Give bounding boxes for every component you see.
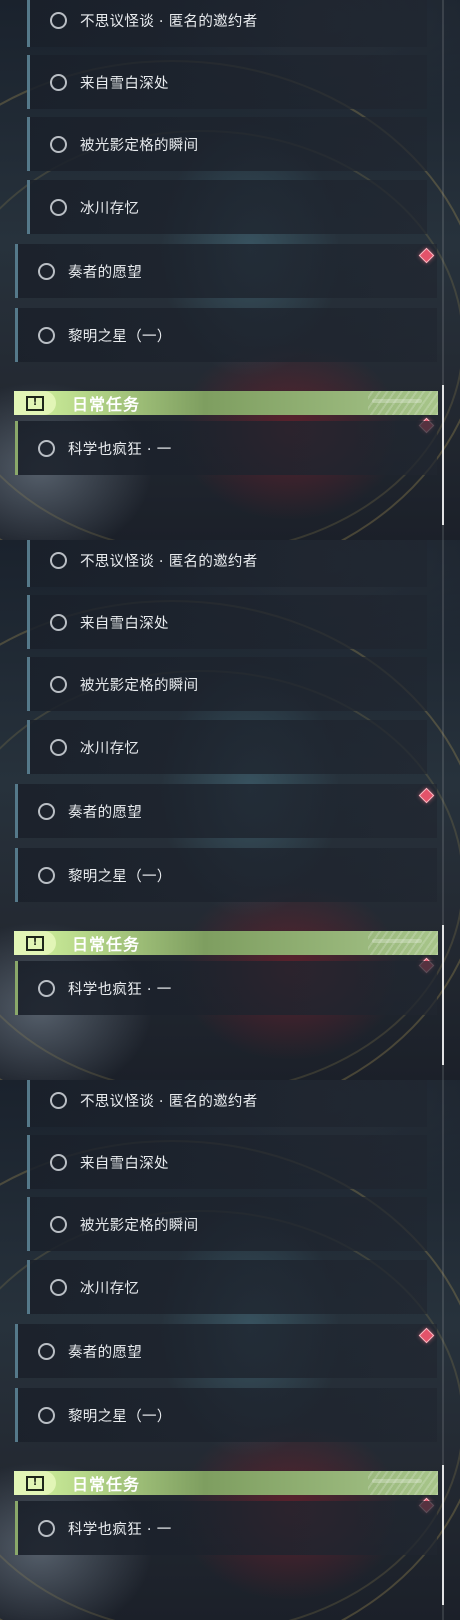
quest-panel-3: 不思议怪谈 · 匿名的邀约者 来自雪白深处 被光影定格的瞬间 冰川存忆 奏者的愿… xyxy=(0,1080,460,1620)
quest-status-circle-icon xyxy=(38,1406,55,1424)
quest-status-circle-icon xyxy=(50,551,67,569)
quest-item-label: 冰川存忆 xyxy=(80,200,140,217)
quest-item-anonymous-invitation[interactable]: 不思议怪谈 · 匿名的邀约者 xyxy=(27,1080,427,1127)
quest-item-label: 不思议怪谈 · 匿名的邀约者 xyxy=(80,553,258,570)
quest-item-label: 科学也疯狂 · 一 xyxy=(68,441,172,458)
quest-item-performer-wish[interactable]: 奏者的愿望 xyxy=(15,244,437,298)
quest-item-label: 冰川存忆 xyxy=(80,740,140,757)
quest-item-glacier-memory[interactable]: 冰川存忆 xyxy=(27,720,427,774)
quest-status-circle-icon xyxy=(50,73,67,91)
quest-item-label: 不思议怪谈 · 匿名的邀约者 xyxy=(80,1093,258,1110)
quest-status-circle-icon xyxy=(50,1278,67,1296)
section-title: 日常任务 xyxy=(72,1475,141,1494)
daily-quest-item[interactable]: 科学也疯狂 · 一 xyxy=(15,961,437,1015)
quest-item-label: 奏者的愿望 xyxy=(68,804,142,821)
quest-status-circle-icon xyxy=(38,866,55,884)
header-tag xyxy=(372,1479,422,1483)
quest-item-label: 黎明之星（一） xyxy=(68,328,172,345)
quest-item-label: 奏者的愿望 xyxy=(68,264,142,281)
quest-status-circle-icon xyxy=(38,439,55,457)
header-stripes xyxy=(368,931,438,955)
quest-status-circle-icon xyxy=(50,613,67,631)
header-tag xyxy=(372,399,422,403)
quest-status-circle-icon xyxy=(50,135,67,153)
quest-item-label: 被光影定格的瞬间 xyxy=(80,137,199,154)
quest-item-glacier-memory[interactable]: 冰川存忆 xyxy=(27,180,427,234)
quest-item-frozen-moment[interactable]: 被光影定格的瞬间 xyxy=(27,657,427,711)
quest-status-circle-icon xyxy=(50,1215,67,1233)
quest-status-circle-icon xyxy=(50,1091,67,1109)
quest-item-performer-wish[interactable]: 奏者的愿望 xyxy=(15,1324,437,1378)
quest-panel-1: 不思议怪谈 · 匿名的邀约者 来自雪白深处 被光影定格的瞬间 冰川存忆 奏者的愿… xyxy=(0,0,460,540)
quest-item-dawn-star[interactable]: 黎明之星（一） xyxy=(15,1388,437,1442)
quest-item-label: 来自雪白深处 xyxy=(80,1155,169,1172)
daily-quests-header[interactable]: ! 日常任务 xyxy=(14,931,438,955)
quest-status-circle-icon xyxy=(38,802,55,820)
quest-item-snow-depths[interactable]: 来自雪白深处 xyxy=(27,55,427,109)
quest-item-dawn-star[interactable]: 黎明之星（一） xyxy=(15,308,437,362)
quest-status-circle-icon xyxy=(38,979,55,997)
daily-quest-item[interactable]: 科学也疯狂 · 一 xyxy=(15,421,437,475)
daily-quests-header[interactable]: ! 日常任务 xyxy=(14,391,438,415)
quest-status-circle-icon xyxy=(50,675,67,693)
quest-item-snow-depths[interactable]: 来自雪白深处 xyxy=(27,1135,427,1189)
quest-item-label: 冰川存忆 xyxy=(80,1280,140,1297)
quest-item-snow-depths[interactable]: 来自雪白深处 xyxy=(27,595,427,649)
quest-item-label: 来自雪白深处 xyxy=(80,75,169,92)
scrollbar-thumb[interactable] xyxy=(442,925,444,1065)
quest-status-circle-icon xyxy=(50,738,67,756)
quest-item-label: 奏者的愿望 xyxy=(68,1344,142,1361)
quest-status-circle-icon xyxy=(50,198,67,216)
quest-item-glacier-memory[interactable]: 冰川存忆 xyxy=(27,1260,427,1314)
quest-status-circle-icon xyxy=(38,1519,55,1537)
quest-panel-2: 不思议怪谈 · 匿名的邀约者 来自雪白深处 被光影定格的瞬间 冰川存忆 奏者的愿… xyxy=(0,540,460,1080)
quest-item-label: 来自雪白深处 xyxy=(80,615,169,632)
header-stripes xyxy=(368,391,438,415)
quest-item-label: 科学也疯狂 · 一 xyxy=(68,1521,172,1538)
quest-item-label: 被光影定格的瞬间 xyxy=(80,677,199,694)
quest-status-circle-icon xyxy=(38,1342,55,1360)
quest-status-circle-icon xyxy=(50,1153,67,1171)
alert-icon: ! xyxy=(14,931,56,955)
quest-status-circle-icon xyxy=(38,262,55,280)
section-title: 日常任务 xyxy=(72,395,141,414)
daily-quests-header[interactable]: ! 日常任务 xyxy=(14,1471,438,1495)
alert-icon: ! xyxy=(14,391,56,415)
quest-item-frozen-moment[interactable]: 被光影定格的瞬间 xyxy=(27,117,427,171)
quest-item-anonymous-invitation[interactable]: 不思议怪谈 · 匿名的邀约者 xyxy=(27,0,427,47)
quest-item-label: 黎明之星（一） xyxy=(68,868,172,885)
scrollbar-thumb[interactable] xyxy=(442,1465,444,1605)
quest-status-circle-icon xyxy=(50,11,67,29)
quest-item-label: 科学也疯狂 · 一 xyxy=(68,981,172,998)
quest-item-label: 被光影定格的瞬间 xyxy=(80,1217,199,1234)
quest-item-frozen-moment[interactable]: 被光影定格的瞬间 xyxy=(27,1197,427,1251)
quest-item-performer-wish[interactable]: 奏者的愿望 xyxy=(15,784,437,838)
scrollbar-thumb[interactable] xyxy=(442,385,444,525)
quest-item-dawn-star[interactable]: 黎明之星（一） xyxy=(15,848,437,902)
daily-quest-item[interactable]: 科学也疯狂 · 一 xyxy=(15,1501,437,1555)
header-stripes xyxy=(368,1471,438,1495)
quest-item-label: 黎明之星（一） xyxy=(68,1408,172,1425)
quest-item-label: 不思议怪谈 · 匿名的邀约者 xyxy=(80,13,258,30)
alert-icon: ! xyxy=(14,1471,56,1495)
quest-status-circle-icon xyxy=(38,326,55,344)
section-title: 日常任务 xyxy=(72,935,141,954)
quest-item-anonymous-invitation[interactable]: 不思议怪谈 · 匿名的邀约者 xyxy=(27,540,427,587)
header-tag xyxy=(372,939,422,943)
